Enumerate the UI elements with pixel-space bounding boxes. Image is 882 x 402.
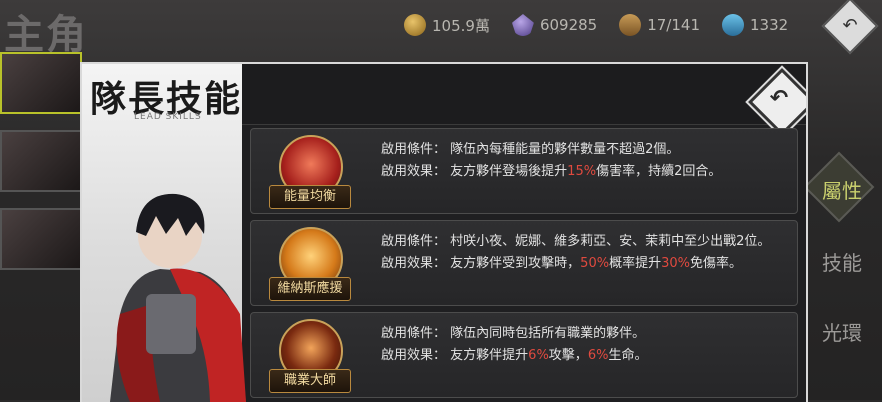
hero-thumb-2[interactable] [0,130,82,192]
tab-attributes[interactable]: 屬性 [802,164,882,214]
tab-aura[interactable]: 光環 [802,306,882,356]
effect-row: 啟用效果： 友方夥伴受到攻擊時，50%概率提升30%免傷率。 [381,256,743,271]
stamina-shoe-icon [722,14,744,36]
skill-name: 職業大師 [269,369,351,393]
resource-crystal: 609285 [511,14,597,36]
skill-card: 職業大師 啟用條件： 隊伍內同時包括所有職業的夥伴。 啟用效果： 友方夥伴提升6… [250,312,798,398]
condition-row: 啟用條件： 隊伍內同時包括所有職業的夥伴。 [381,326,646,341]
resource-bar: 105.9萬 609285 17/141 1332 [404,14,788,36]
resource-stamina: 1332 [722,14,788,36]
return-arrow-icon: ↶ [769,86,789,111]
hero-portrait [110,193,246,402]
condition-row: 啟用條件： 隊伍內每種能量的夥伴數量不超過2個。 [381,142,680,157]
hero-thumb-3[interactable] [0,208,82,270]
effect-row: 啟用效果： 友方夥伴登場後提升15%傷害率，持續2回合。 [381,164,722,179]
skill-badge: 職業大師 [269,319,351,395]
skill-card: 能量均衡 啟用條件： 隊伍內每種能量的夥伴數量不超過2個。 啟用效果： 友方夥伴… [250,128,798,214]
lead-skills-modal: 隊長技能 LEAD SKILLS ↶ 能量均衡 啟用條件： 隊伍內每種能量的夥伴… [80,62,808,402]
skill-badge: 維納斯應援 [269,227,351,303]
effect-row: 啟用效果： 友方夥伴提升6%攻擊，6%生命。 [381,348,648,363]
skill-name: 能量均衡 [269,185,351,209]
skill-description: 啟用條件： 隊伍內每種能量的夥伴數量不超過2個。 啟用效果： 友方夥伴登場後提升… [381,139,787,183]
hero-thumb-1[interactable] [0,52,82,114]
close-button[interactable]: ↶ [748,68,806,136]
skill-description: 啟用條件： 隊伍內同時包括所有職業的夥伴。 啟用效果： 友方夥伴提升6%攻擊，6… [381,323,787,367]
tab-skills[interactable]: 技能 [802,236,882,286]
resource-gold: 105.9萬 [404,14,490,36]
chest-icon [619,14,642,36]
skill-badge: 能量均衡 [269,135,351,211]
condition-row: 啟用條件： 村咲小夜、妮娜、維多莉亞、安、茉莉中至少出戰2位。 [381,234,771,249]
gold-coin-icon [404,14,426,36]
skill-list: 能量均衡 啟用條件： 隊伍內每種能量的夥伴數量不超過2個。 啟用效果： 友方夥伴… [250,128,798,402]
resource-chest: 17/141 [619,14,700,36]
crystal-icon [511,14,534,36]
modal-header-strip [242,64,806,125]
modal-left-panel: 隊長技能 LEAD SKILLS [82,64,246,402]
skill-name: 維納斯應援 [269,277,351,301]
skill-description: 啟用條件： 村咲小夜、妮娜、維多莉亞、安、茉莉中至少出戰2位。 啟用效果： 友方… [381,231,787,275]
back-arrow-icon: ↶ [842,15,858,36]
skill-card: 維納斯應援 啟用條件： 村咲小夜、妮娜、維多莉亞、安、茉莉中至少出戰2位。 啟用… [250,220,798,306]
modal-subtitle: LEAD SKILLS [134,112,202,122]
